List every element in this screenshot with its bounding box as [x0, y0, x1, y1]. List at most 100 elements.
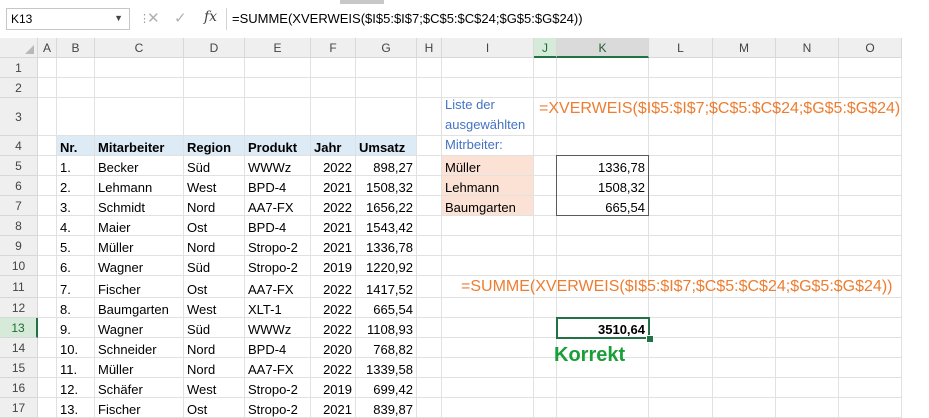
grid-cell[interactable]	[557, 256, 649, 276]
grid-cell[interactable]	[557, 58, 649, 78]
column-header-h[interactable]: H	[417, 38, 442, 58]
column-header-f[interactable]: F	[311, 38, 356, 58]
table-cell[interactable]: 1417,52	[356, 276, 417, 298]
grid-cell[interactable]	[649, 58, 713, 78]
table-cell[interactable]: West	[184, 378, 245, 398]
table-cell[interactable]: 5.	[57, 236, 95, 256]
chevron-down-icon[interactable]: ▼	[114, 13, 123, 23]
grid-cell[interactable]	[713, 378, 776, 398]
table-cell[interactable]: Lehmann	[95, 176, 184, 196]
grid-cell[interactable]	[38, 318, 57, 338]
table-header-mitarbeiter[interactable]: Mitarbeiter	[95, 136, 184, 156]
grid-cell[interactable]	[839, 298, 902, 318]
table-cell[interactable]: 1508,32	[356, 176, 417, 196]
grid-cell[interactable]	[184, 58, 245, 78]
grid-cell[interactable]	[649, 298, 713, 318]
grid-cell[interactable]	[417, 98, 442, 136]
table-cell[interactable]: Ost	[184, 216, 245, 236]
grid-cell[interactable]	[245, 78, 311, 98]
grid-cell[interactable]	[776, 256, 839, 276]
table-cell[interactable]: 10.	[57, 338, 95, 358]
grid-cell[interactable]	[839, 216, 902, 236]
table-cell[interactable]: 1108,93	[356, 318, 417, 338]
row-header-16[interactable]: 16	[0, 378, 38, 398]
grid-cell[interactable]	[417, 358, 442, 378]
grid-cell[interactable]	[95, 98, 184, 136]
grid-cell[interactable]	[38, 196, 57, 216]
table-cell[interactable]: 2022	[311, 276, 356, 298]
grid-cell[interactable]	[534, 378, 557, 398]
row-header-5[interactable]: 5	[0, 156, 38, 176]
column-header-a[interactable]: A	[38, 38, 57, 58]
grid-cell[interactable]	[442, 216, 534, 236]
row-header-2[interactable]: 2	[0, 78, 38, 98]
table-cell[interactable]: 2022	[311, 156, 356, 176]
table-cell[interactable]: West	[184, 176, 245, 196]
grid-cell[interactable]	[776, 156, 839, 176]
table-header-nr[interactable]: Nr.	[57, 136, 95, 156]
grid-cell[interactable]	[649, 358, 713, 378]
column-header-i[interactable]: I	[442, 38, 534, 58]
grid-cell[interactable]	[649, 236, 713, 256]
column-header-m[interactable]: M	[713, 38, 776, 58]
grid-cell[interactable]	[356, 58, 417, 78]
table-cell[interactable]: 7.	[57, 276, 95, 298]
grid-cell[interactable]	[95, 78, 184, 98]
row-header-14[interactable]: 14	[0, 338, 38, 358]
table-cell[interactable]: 4.	[57, 216, 95, 236]
lookup-result-cell[interactable]: 1508,32	[557, 176, 649, 196]
table-cell[interactable]: Becker	[95, 156, 184, 176]
table-cell[interactable]: 12.	[57, 378, 95, 398]
table-cell[interactable]: 2019	[311, 256, 356, 276]
table-cell[interactable]: BPD-4	[245, 216, 311, 236]
table-cell[interactable]: Ost	[184, 398, 245, 418]
grid-cell[interactable]	[534, 196, 557, 216]
table-cell[interactable]: Stropo-2	[245, 236, 311, 256]
grid-cell[interactable]	[534, 318, 557, 338]
table-cell[interactable]: 768,82	[356, 338, 417, 358]
column-header-b[interactable]: B	[57, 38, 95, 58]
grid-cell[interactable]	[776, 338, 839, 358]
grid-cell[interactable]	[534, 398, 557, 418]
table-cell[interactable]: 2021	[311, 398, 356, 418]
table-cell[interactable]: 898,27	[356, 156, 417, 176]
row-header-4[interactable]: 4	[0, 136, 38, 156]
table-cell[interactable]: Schmidt	[95, 196, 184, 216]
column-header-k[interactable]: K	[557, 38, 649, 58]
grid-cell[interactable]	[776, 176, 839, 196]
grid-cell[interactable]	[245, 98, 311, 136]
table-cell[interactable]: 11.	[57, 358, 95, 378]
table-cell[interactable]: 1336,78	[356, 236, 417, 256]
grid-cell[interactable]	[713, 398, 776, 418]
grid-cell[interactable]	[442, 358, 534, 378]
grid-cell[interactable]	[649, 196, 713, 216]
row-header-15[interactable]: 15	[0, 358, 38, 378]
row-header-7[interactable]: 7	[0, 196, 38, 216]
grid-cell[interactable]	[839, 58, 902, 78]
fill-handle[interactable]	[646, 335, 654, 343]
grid-cell[interactable]	[839, 398, 902, 418]
grid-cell[interactable]	[534, 136, 557, 156]
grid-cell[interactable]	[417, 176, 442, 196]
column-header-j[interactable]: J	[534, 38, 557, 58]
table-cell[interactable]: Süd	[184, 156, 245, 176]
grid-cell[interactable]	[713, 338, 776, 358]
grid-cell[interactable]	[57, 58, 95, 78]
grid-cell[interactable]	[839, 156, 902, 176]
grid-cell[interactable]	[776, 236, 839, 256]
table-cell[interactable]: 1220,92	[356, 256, 417, 276]
grid-cell[interactable]	[557, 378, 649, 398]
select-all-corner[interactable]	[0, 38, 38, 58]
grid-cell[interactable]	[649, 156, 713, 176]
grid-cell[interactable]	[417, 276, 442, 298]
grid-cell[interactable]	[245, 58, 311, 78]
grid-cell[interactable]	[534, 58, 557, 78]
table-cell[interactable]: 1.	[57, 156, 95, 176]
grid-cell[interactable]	[776, 216, 839, 236]
row-header-1[interactable]: 1	[0, 58, 38, 78]
grid-cell[interactable]	[713, 236, 776, 256]
table-cell[interactable]: AA7-FX	[245, 196, 311, 216]
grid-cell[interactable]	[713, 216, 776, 236]
row-header-17[interactable]: 17	[0, 398, 38, 418]
grid-cell[interactable]	[776, 78, 839, 98]
